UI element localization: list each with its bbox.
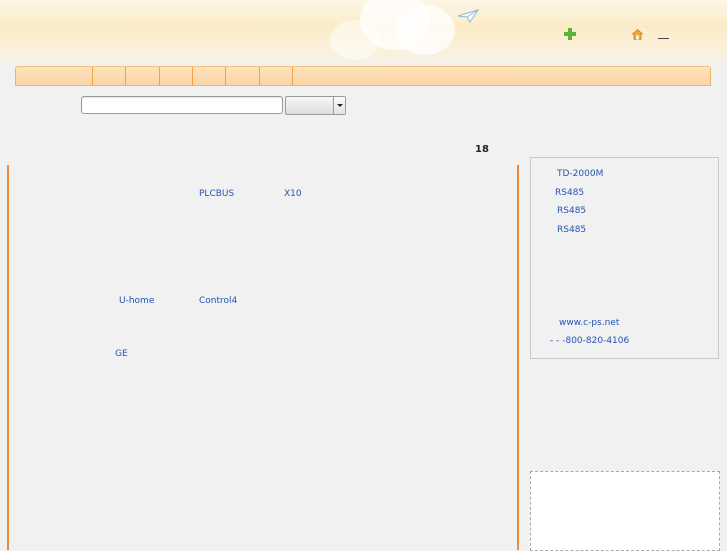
nav-item[interactable] [293, 67, 710, 85]
chevron-down-icon [337, 104, 343, 107]
website-link[interactable]: www.c-ps.net [559, 318, 619, 328]
nav-item[interactable] [193, 67, 226, 85]
sidebar-line[interactable]: RS485 [557, 225, 586, 235]
link-x10[interactable]: X10 [284, 189, 302, 199]
link-ge[interactable]: GE [115, 349, 128, 359]
link-plcbus[interactable]: PLCBUS [199, 189, 234, 199]
nav-item[interactable] [226, 67, 260, 85]
dropdown-button[interactable] [333, 97, 345, 114]
sidebar-line[interactable]: RS485 [557, 206, 586, 216]
cloud-decoration [330, 20, 380, 60]
paper-plane-icon [457, 9, 479, 23]
nav-item[interactable] [93, 67, 126, 85]
minimize-icon[interactable] [658, 38, 669, 39]
sidebar-placeholder-box [530, 471, 720, 551]
search-input[interactable] [81, 96, 283, 114]
home-icon[interactable] [632, 29, 643, 40]
nav-item[interactable] [160, 67, 193, 85]
link-control4[interactable]: Control4 [199, 296, 237, 306]
search-category-select[interactable] [285, 96, 346, 115]
nav-item[interactable] [16, 67, 93, 85]
nav-item[interactable] [126, 67, 160, 85]
sidebar-line[interactable]: RS485 [555, 188, 584, 198]
link-uhome[interactable]: U-home [119, 296, 154, 306]
plus-icon[interactable] [564, 28, 576, 40]
site-header [0, 0, 727, 66]
cloud-decoration [395, 5, 455, 55]
nav-item[interactable] [260, 67, 293, 85]
phone-number: - - -800-820-4106 [550, 336, 630, 346]
main-content [7, 165, 519, 550]
result-count: 18 [475, 144, 489, 155]
sidebar-line[interactable]: TD-2000M [557, 169, 603, 179]
main-nav [15, 66, 711, 86]
